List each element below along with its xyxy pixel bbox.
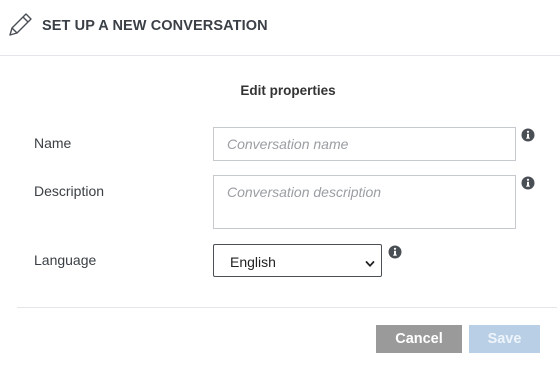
dialog-title: SET UP A NEW CONVERSATION xyxy=(42,18,268,34)
language-select[interactable]: English xyxy=(213,244,382,277)
description-label: Description xyxy=(34,183,105,199)
info-icon[interactable] xyxy=(521,128,535,142)
info-icon[interactable] xyxy=(388,245,402,259)
language-selected-value: English xyxy=(230,254,276,270)
info-icon[interactable] xyxy=(521,176,535,190)
description-field[interactable] xyxy=(213,175,516,229)
save-button[interactable]: Save xyxy=(469,325,540,353)
chevron-down-icon xyxy=(365,256,375,267)
section-title: Edit properties xyxy=(240,83,336,98)
dialog-header: SET UP A NEW CONVERSATION xyxy=(0,0,560,56)
name-input[interactable] xyxy=(213,127,516,161)
cancel-button[interactable]: Cancel xyxy=(376,325,462,353)
pencil-icon xyxy=(6,11,34,39)
footer-divider xyxy=(17,307,557,308)
name-label: Name xyxy=(34,135,72,151)
language-label: Language xyxy=(34,252,97,268)
